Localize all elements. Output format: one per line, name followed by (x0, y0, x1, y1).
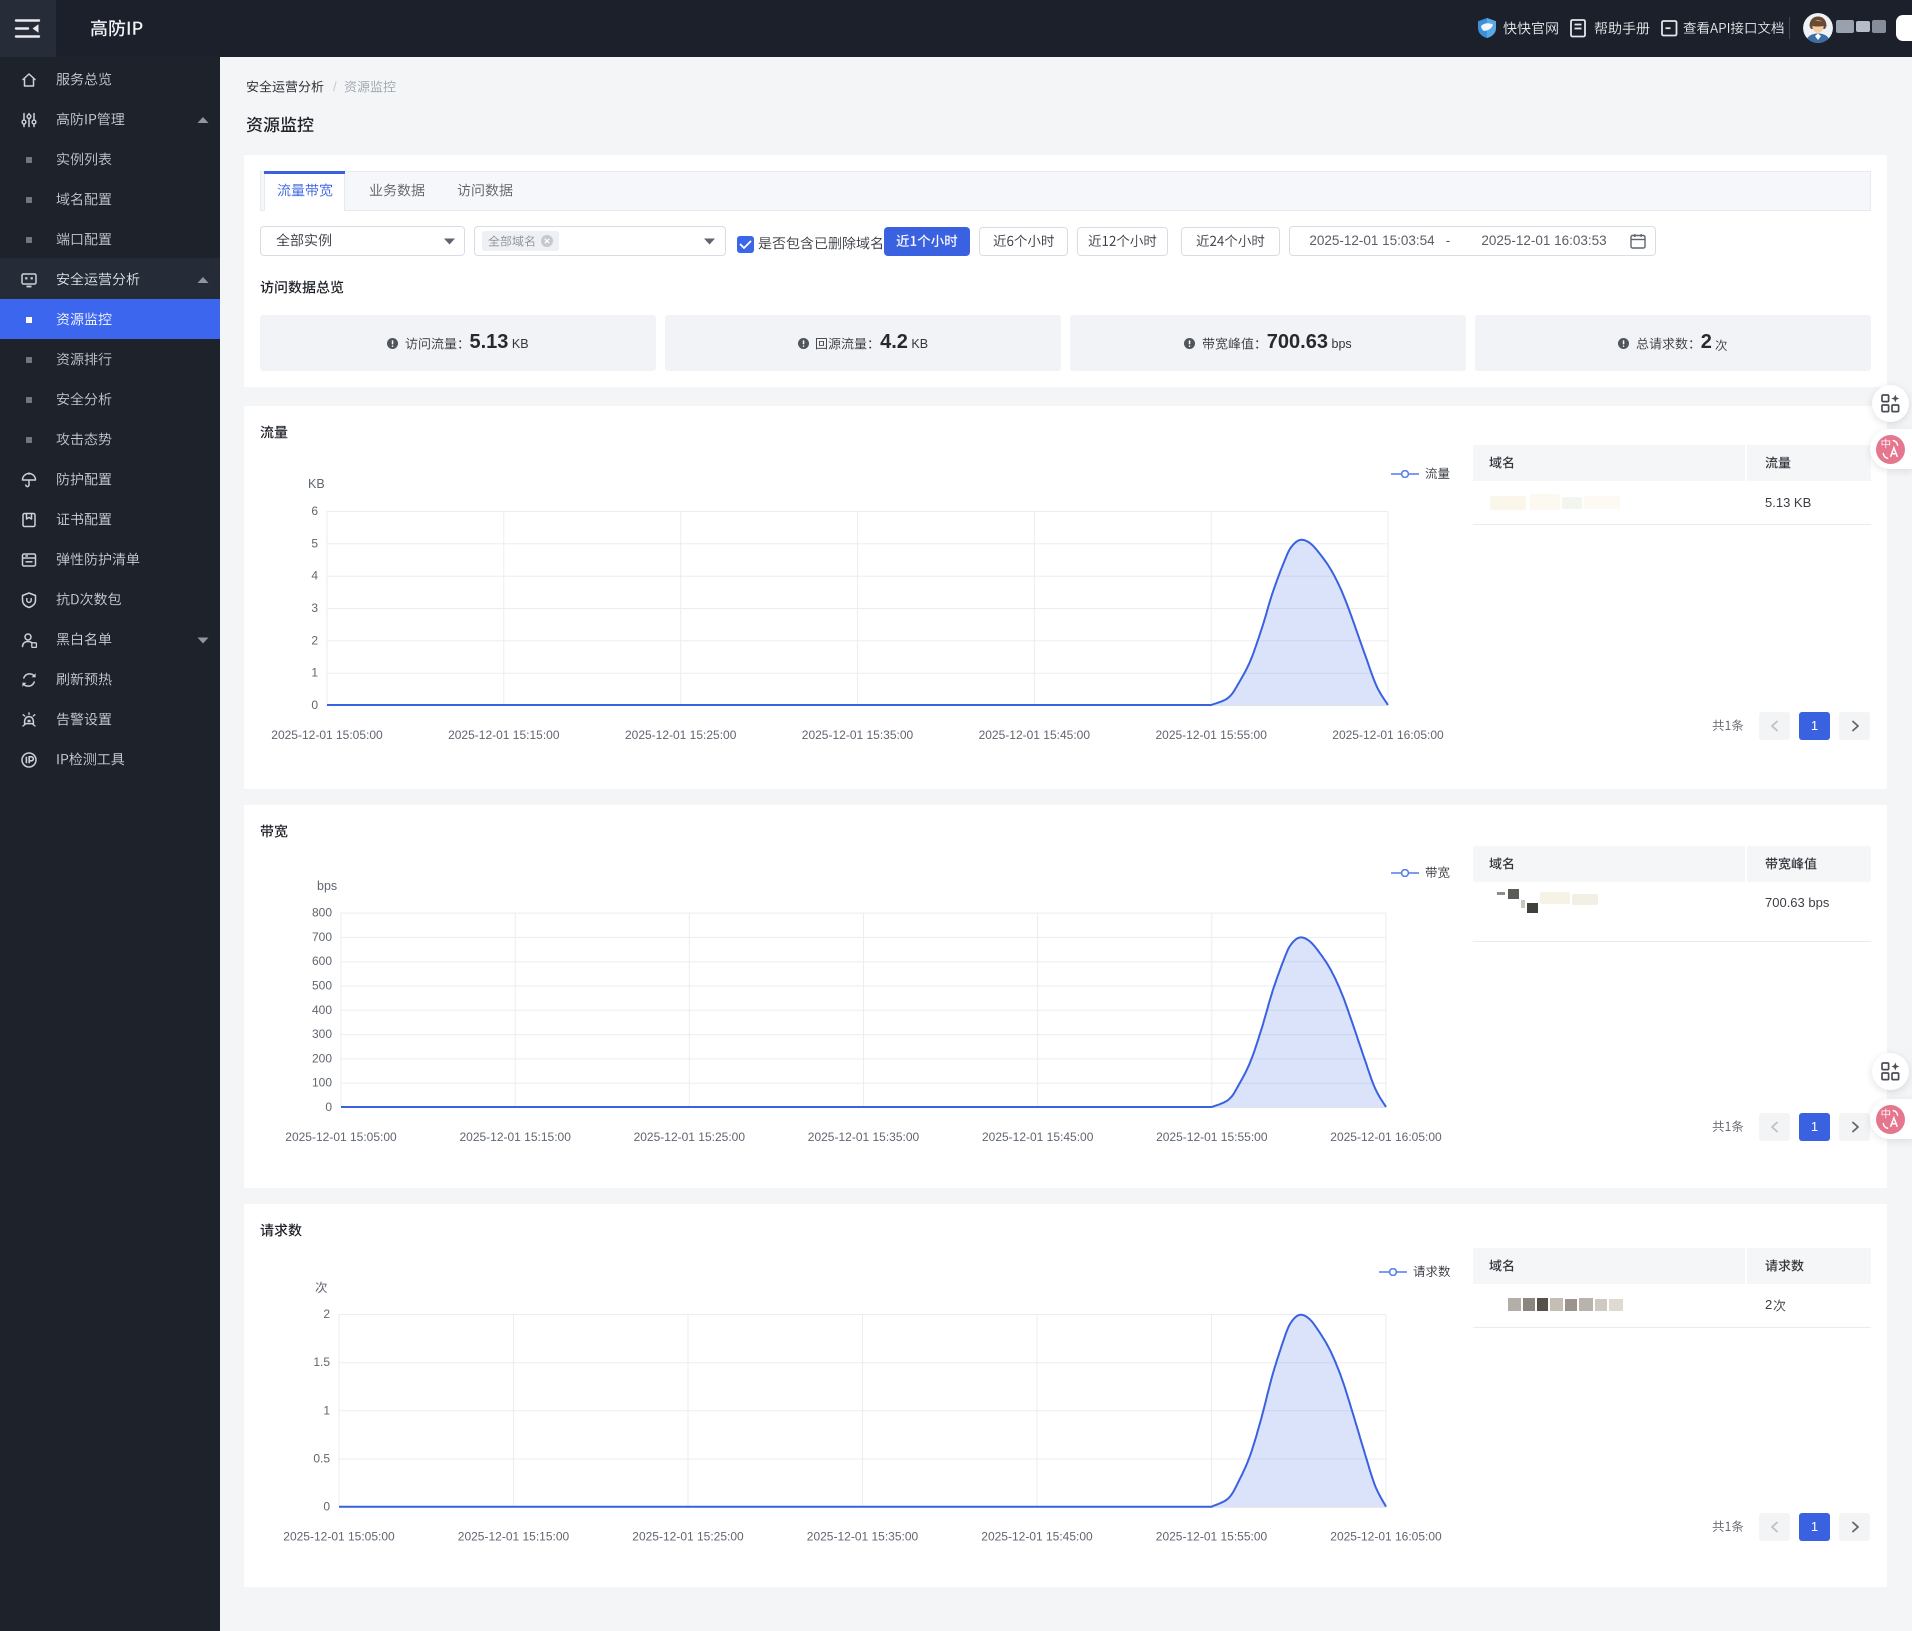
svg-text:3: 3 (311, 601, 318, 615)
svg-text:2025-12-01 16:05:00: 2025-12-01 16:05:00 (1330, 1530, 1442, 1544)
svg-text:200: 200 (312, 1051, 332, 1065)
svg-text:4: 4 (311, 569, 318, 583)
svg-text:2025-12-01 15:05:00: 2025-12-01 15:05:00 (285, 1130, 397, 1144)
svg-text:2025-12-01 15:35:00: 2025-12-01 15:35:00 (807, 1530, 919, 1544)
svg-text:0: 0 (323, 1500, 330, 1514)
svg-text:600: 600 (312, 954, 332, 968)
svg-text:2025-12-01 15:55:00: 2025-12-01 15:55:00 (1155, 728, 1267, 742)
svg-text:500: 500 (312, 979, 332, 993)
svg-text:2025-12-01 15:15:00: 2025-12-01 15:15:00 (459, 1130, 571, 1144)
svg-text:2025-12-01 15:15:00: 2025-12-01 15:15:00 (458, 1530, 570, 1544)
svg-text:1.5: 1.5 (313, 1355, 330, 1369)
svg-text:2025-12-01 15:35:00: 2025-12-01 15:35:00 (808, 1130, 920, 1144)
svg-text:2025-12-01 15:25:00: 2025-12-01 15:25:00 (634, 1130, 746, 1144)
svg-text:0: 0 (311, 698, 318, 712)
svg-text:2025-12-01 16:05:00: 2025-12-01 16:05:00 (1330, 1130, 1442, 1144)
svg-text:400: 400 (312, 1003, 332, 1017)
svg-text:2: 2 (311, 633, 318, 647)
svg-text:2025-12-01 15:55:00: 2025-12-01 15:55:00 (1156, 1130, 1268, 1144)
svg-text:2025-12-01 15:25:00: 2025-12-01 15:25:00 (632, 1530, 744, 1544)
svg-text:2025-12-01 15:45:00: 2025-12-01 15:45:00 (982, 1130, 1094, 1144)
svg-text:1: 1 (311, 666, 318, 680)
svg-text:6: 6 (311, 504, 318, 518)
svg-text:2025-12-01 15:45:00: 2025-12-01 15:45:00 (981, 1530, 1093, 1544)
svg-text:2025-12-01 16:05:00: 2025-12-01 16:05:00 (1332, 728, 1444, 742)
svg-text:800: 800 (312, 906, 332, 920)
svg-text:100: 100 (312, 1076, 332, 1090)
svg-text:2025-12-01 15:25:00: 2025-12-01 15:25:00 (625, 728, 737, 742)
svg-text:5: 5 (311, 536, 318, 550)
svg-text:0.5: 0.5 (313, 1452, 330, 1466)
svg-text:2: 2 (323, 1307, 330, 1321)
svg-text:700: 700 (312, 930, 332, 944)
svg-text:0: 0 (325, 1100, 332, 1114)
svg-text:300: 300 (312, 1027, 332, 1041)
svg-text:2025-12-01 15:05:00: 2025-12-01 15:05:00 (271, 728, 383, 742)
svg-text:2025-12-01 15:55:00: 2025-12-01 15:55:00 (1156, 1530, 1268, 1544)
svg-text:2025-12-01 15:35:00: 2025-12-01 15:35:00 (802, 728, 914, 742)
svg-text:2025-12-01 15:05:00: 2025-12-01 15:05:00 (283, 1530, 395, 1544)
svg-text:2025-12-01 15:45:00: 2025-12-01 15:45:00 (979, 728, 1091, 742)
svg-text:2025-12-01 15:15:00: 2025-12-01 15:15:00 (448, 728, 560, 742)
svg-text:1: 1 (323, 1403, 330, 1417)
